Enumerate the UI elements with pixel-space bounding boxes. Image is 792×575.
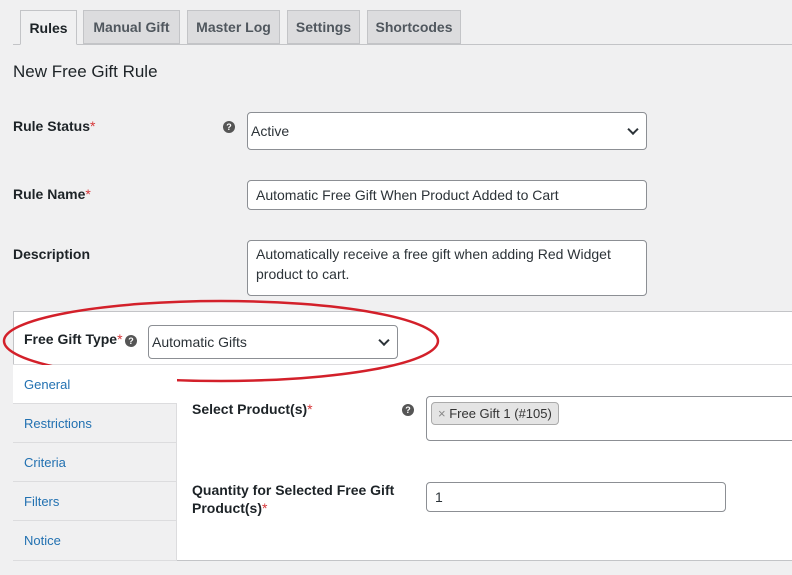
tab-manual-gift[interactable]: Manual Gift xyxy=(83,10,180,44)
sidebar-item-notice[interactable]: Notice xyxy=(13,521,177,561)
quantity-label: Quantity for Selected Free Gift Product(s… xyxy=(192,481,394,517)
tag-label: Free Gift 1 (#105) xyxy=(449,406,552,421)
tab-master-log[interactable]: Master Log xyxy=(187,10,280,44)
rule-status-label: Rule Status* xyxy=(13,118,95,134)
rule-name-input[interactable]: Automatic Free Gift When Product Added t… xyxy=(247,180,647,210)
rule-status-select[interactable]: Active xyxy=(247,112,647,150)
required-marker: * xyxy=(307,401,313,417)
label-text: Rule Status xyxy=(13,118,91,134)
label-text: Rule Name xyxy=(13,186,86,202)
description-textarea[interactable]: Automatically receive a free gift when a… xyxy=(247,240,647,296)
sidebar-item-restrictions[interactable]: Restrictions xyxy=(13,404,177,443)
label-text: Quantity for Selected Free Gift xyxy=(192,482,395,498)
select-products-input[interactable]: × Free Gift 1 (#105) xyxy=(426,396,792,441)
tab-settings[interactable]: Settings xyxy=(287,10,360,44)
select-products-label: Select Product(s)* xyxy=(192,401,313,417)
tab-bar-line xyxy=(13,44,792,45)
required-marker: * xyxy=(85,186,91,202)
page-title: New Free Gift Rule xyxy=(13,62,158,81)
rule-name-label: Rule Name* xyxy=(13,186,91,202)
tab-rules[interactable]: Rules xyxy=(20,10,77,45)
description-label: Description xyxy=(13,246,91,262)
tab-shortcodes[interactable]: Shortcodes xyxy=(367,10,461,44)
selected-value: Active xyxy=(251,123,290,139)
product-tag: × Free Gift 1 (#105) xyxy=(431,402,559,425)
chevron-down-icon xyxy=(627,123,639,136)
sidebar-item-filters[interactable]: Filters xyxy=(13,482,177,521)
help-icon[interactable]: ? xyxy=(223,121,235,133)
sidebar-item-general[interactable]: General xyxy=(13,365,177,404)
quantity-input[interactable]: 1 xyxy=(426,482,726,512)
sidebar-item-criteria[interactable]: Criteria xyxy=(13,443,177,482)
remove-tag-icon[interactable]: × xyxy=(438,406,446,421)
help-icon[interactable]: ? xyxy=(402,404,414,416)
label-text: Product(s) xyxy=(192,500,262,516)
required-marker: * xyxy=(262,500,268,516)
required-marker: * xyxy=(90,118,96,134)
label-text: Select Product(s) xyxy=(192,401,308,417)
